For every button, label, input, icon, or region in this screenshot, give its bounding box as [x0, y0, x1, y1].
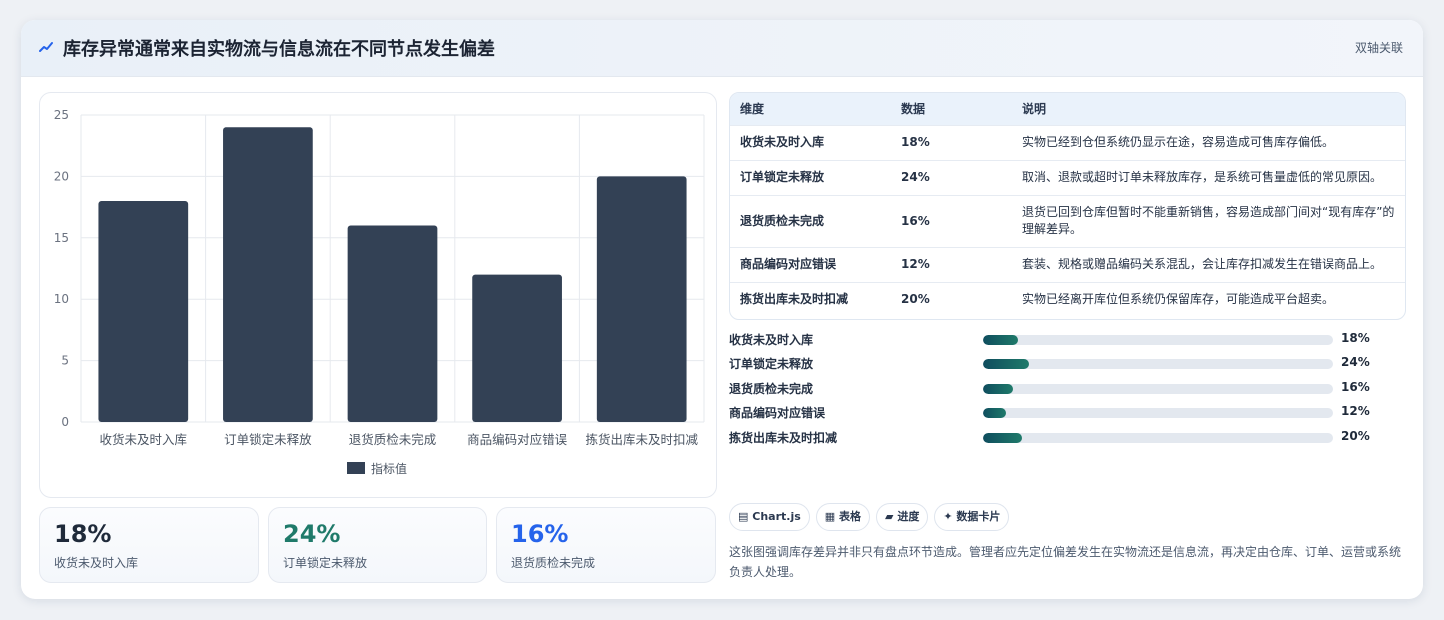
progress-label: 商品编码对应错误 — [729, 406, 826, 420]
x-tick-label: 收货未及时入库 — [100, 432, 188, 447]
progress-track — [983, 408, 1333, 418]
bar — [347, 225, 438, 422]
stat-value: 18% — [54, 520, 112, 548]
progress-label: 退货质检未完成 — [729, 382, 814, 396]
progress-label: 订单锁定未释放 — [729, 357, 814, 371]
progress-label: 拣货出库未及时扣减 — [729, 431, 838, 445]
progress-row: 收货未及时入库 18% — [729, 330, 1389, 348]
table-cell-description: 取消、退款或超时订单未释放库存，是系统可售量虚低的常见原因。 — [1012, 159, 1405, 195]
table-row: 商品编码对应错误 12% 套装、规格或赠品编码关系混乱，会让库存扣减发生在错误商… — [730, 246, 1405, 282]
stat-label: 订单锁定未释放 — [283, 556, 368, 570]
table-cell-value: 12% — [891, 246, 1012, 282]
progress-fill — [983, 433, 1022, 443]
table-cell-dimension: 商品编码对应错误 — [730, 246, 891, 282]
table-row: 收货未及时入库 18% 实物已经到仓但系统仍显示在途，容易造成可售库存偏低。 — [730, 124, 1405, 160]
card-header: 库存异常通常来自实物流与信息流在不同节点发生偏差 双轴关联 — [21, 20, 1423, 77]
table-header-row: 维度 数据 说明 — [730, 93, 1405, 125]
header-tag: 双轴关联 — [1354, 41, 1403, 55]
x-tick-label: 订单锁定未释放 — [224, 432, 312, 447]
y-tick-label: 25 — [54, 108, 69, 122]
page-title: 库存异常通常来自实物流与信息流在不同节点发生偏差 — [63, 39, 495, 60]
stat-label: 收货未及时入库 — [54, 556, 139, 570]
legend-swatch — [347, 462, 365, 474]
chip-data-card[interactable]: ✦ 数据卡片 — [934, 503, 1010, 531]
progress-row: 拣货出库未及时扣减 20% — [729, 428, 1389, 446]
table-row: 退货质检未完成 16% 退货已回到仓库但暂时不能重新销售，容易造成部门间对“现有… — [730, 194, 1405, 247]
table-cell-description: 套装、规格或赠品编码关系混乱，会让库存扣减发生在错误商品上。 — [1012, 246, 1405, 282]
progress-value: 24% — [1341, 355, 1370, 369]
progress-row: 商品编码对应错误 12% — [729, 403, 1389, 421]
table-header: 说明 — [1022, 102, 1047, 117]
table-cell-dimension: 退货质检未完成 — [730, 194, 891, 247]
chip-progress[interactable]: ▰ 进度 — [876, 503, 929, 531]
x-tick-label: 拣货出库未及时扣减 — [585, 432, 698, 447]
progress-row: 订单锁定未释放 24% — [729, 354, 1389, 372]
table-cell-value: 18% — [891, 124, 1012, 160]
progress-fill — [983, 335, 1018, 345]
progress-track — [983, 359, 1333, 369]
table-cell-description: 实物已经离开库位但系统仍保留库存，可能造成平台超卖。 — [1012, 281, 1405, 317]
table-cell-dimension: 订单锁定未释放 — [730, 159, 891, 195]
table-header: 数据 — [901, 102, 926, 117]
table-cell-dimension: 拣货出库未及时扣减 — [730, 281, 891, 317]
y-tick-label: 15 — [54, 231, 69, 245]
x-tick-label: 退货质检未完成 — [349, 432, 437, 447]
x-tick-label: 商品编码对应错误 — [467, 432, 568, 447]
data-table: 维度 数据 说明 收货未及时入库 18% 实物已经到仓但系统仍显示在途，容易造成… — [729, 92, 1406, 320]
progress-track — [983, 384, 1333, 394]
chip-label: Chart.js — [752, 510, 801, 523]
progress-value: 16% — [1341, 380, 1370, 394]
progress-fill — [983, 384, 1014, 394]
table-cell-value: 16% — [891, 194, 1012, 247]
stat-card-2: 24% 订单锁定未释放 — [268, 507, 487, 583]
chip-table[interactable]: ▦ 表格 — [815, 503, 871, 531]
progress-track — [983, 433, 1333, 443]
table-cell-dimension: 收货未及时入库 — [730, 124, 891, 160]
bar-chart-svg: 0 5 10 15 20 25 收货未及时入库 订单锁定未释放 退货质检未完成 商品编码对应错误 拣… — [54, 108, 705, 476]
progress-track — [983, 335, 1333, 345]
card-icon: ✦ — [943, 510, 953, 523]
chart-icon: ▤ — [738, 510, 749, 523]
progress-label: 收货未及时入库 — [729, 333, 814, 347]
y-tick-label: 10 — [54, 292, 69, 306]
bar-chart: 0 5 10 15 20 25 收货未及时入库 订单锁定未释放 退货质检未完成 商品编码对应错误 拣… — [39, 92, 717, 498]
progress-icon: ▰ — [885, 510, 894, 523]
main-card: 库存异常通常来自实物流与信息流在不同节点发生偏差 双轴关联 0 5 10 15 20 25… — [21, 20, 1423, 599]
table-cell-value: 24% — [891, 159, 1012, 195]
bar — [472, 274, 562, 422]
stat-value: 24% — [283, 520, 341, 548]
table-row: 订单锁定未释放 24% 取消、退款或超时订单未释放库存，是系统可售量虚低的常见原… — [730, 159, 1405, 195]
chip-label: 数据卡片 — [956, 510, 1001, 523]
bar — [223, 127, 313, 422]
legend-label: 指标值 — [371, 461, 407, 476]
bolt-icon — [39, 42, 53, 52]
table-cell-value: 20% — [891, 281, 1012, 317]
chip-label: 表格 — [839, 510, 862, 523]
progress-value: 12% — [1341, 404, 1370, 418]
tech-chips: ▤ Chart.js ▦ 表格 ▰ 进度 ✦ 数据卡片 — [729, 503, 1015, 531]
progress-fill — [983, 408, 1006, 418]
stat-value: 16% — [511, 520, 569, 548]
table-cell-description: 实物已经到仓但系统仍显示在途，容易造成可售库存偏低。 — [1012, 124, 1405, 160]
progress-value: 18% — [1341, 331, 1370, 345]
bar — [596, 176, 687, 422]
progress-fill — [983, 359, 1029, 369]
stat-card-1: 18% 收货未及时入库 — [39, 507, 259, 583]
chip-chartjs[interactable]: ▤ Chart.js — [729, 503, 810, 531]
progress-row: 退货质检未完成 16% — [729, 379, 1389, 397]
table-header: 维度 — [740, 102, 765, 117]
stat-card-3: 16% 退货质检未完成 — [496, 507, 716, 583]
y-tick-label: 5 — [61, 354, 69, 368]
table-icon: ▦ — [824, 510, 836, 523]
table-row: 拣货出库未及时扣减 20% 实物已经离开库位但系统仍保留库存，可能造成平台超卖。 — [730, 281, 1405, 317]
stat-label: 退货质检未完成 — [511, 556, 596, 570]
y-tick-label: 0 — [61, 415, 69, 429]
progress-value: 20% — [1341, 429, 1370, 443]
chip-label: 进度 — [897, 510, 920, 523]
summary-note: 这张图强调库存差异并非只有盘点环节造成。管理者应先定位偏差发生在实物流还是信息流… — [729, 545, 1402, 579]
y-tick-label: 20 — [54, 169, 69, 183]
bar — [98, 200, 189, 422]
table-cell-description: 退货已回到仓库但暂时不能重新销售，容易造成部门间对“现有库存”的理解差异。 — [1012, 194, 1405, 247]
